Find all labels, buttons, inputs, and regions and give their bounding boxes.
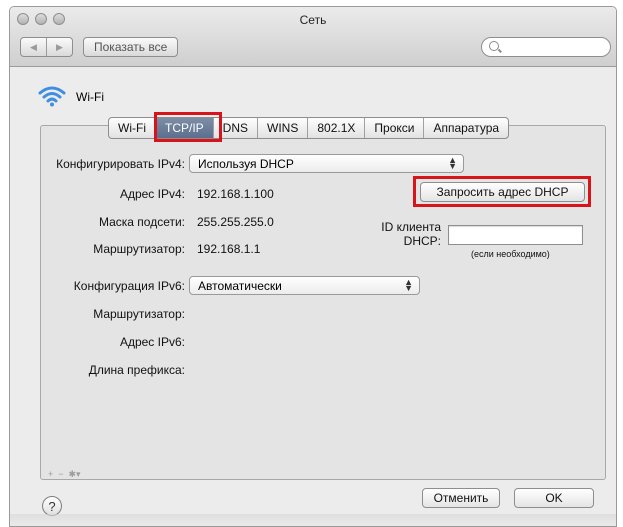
tab-wins[interactable]: WINS bbox=[257, 118, 307, 138]
ipv4-address-value: 192.168.1.100 bbox=[197, 187, 274, 201]
dhcp-client-id-field[interactable] bbox=[448, 225, 583, 245]
dhcp-client-id-label: ID клиента DHCP: bbox=[340, 220, 441, 248]
add-remove-controls: + − ✱▾ bbox=[48, 469, 81, 479]
configure-ipv4-label: Конфигурировать IPv4: bbox=[56, 157, 185, 171]
configure-ipv4-value: Используя DHCP bbox=[198, 156, 294, 171]
blurred-bottom-bar bbox=[10, 514, 616, 526]
dhcp-client-id-label-line1: ID клиента bbox=[381, 220, 441, 234]
subnet-mask-value: 255.255.255.0 bbox=[197, 215, 274, 229]
show-all-button[interactable]: Показать все bbox=[83, 37, 179, 57]
popup-arrows-icon: ▲ ▼ bbox=[448, 155, 457, 171]
ipv6-router-label: Маршрутизатор: bbox=[93, 307, 185, 321]
tab-wifi[interactable]: Wi-Fi bbox=[109, 118, 155, 138]
tab-hardware[interactable]: Аппаратура bbox=[423, 118, 508, 138]
forward-arrow-icon[interactable]: ▶ bbox=[46, 38, 72, 56]
ipv4-address-label: Адрес IPv4: bbox=[119, 187, 185, 201]
back-forward-control: ◀ ▶ bbox=[20, 37, 73, 57]
ipv6-address-label: Адрес IPv6: bbox=[119, 335, 185, 349]
configure-ipv6-label: Конфигурация IPv6: bbox=[73, 279, 185, 293]
ok-button[interactable]: OK bbox=[514, 488, 594, 508]
dhcp-client-id-label-line2: DHCP: bbox=[403, 234, 441, 248]
tab-proxy[interactable]: Прокси bbox=[364, 118, 423, 138]
ipv4-router-label: Маршрутизатор: bbox=[93, 242, 185, 256]
search-field[interactable] bbox=[481, 37, 611, 57]
search-icon bbox=[489, 41, 499, 51]
window-title: Сеть bbox=[299, 13, 327, 27]
configure-ipv6-value: Автоматически bbox=[198, 278, 282, 293]
titlebar: Сеть ◀ ▶ Показать все bbox=[10, 7, 616, 67]
wifi-icon bbox=[38, 86, 66, 107]
help-button[interactable]: ? bbox=[42, 496, 62, 516]
renew-dhcp-highlight bbox=[413, 176, 591, 207]
service-name: Wi-Fi bbox=[76, 90, 104, 104]
prefix-length-label: Длина префикса: bbox=[88, 363, 185, 377]
tcpip-tab-highlight bbox=[154, 112, 222, 142]
configure-ipv6-popup[interactable]: Автоматически ▲ ▼ bbox=[189, 276, 420, 295]
ipv4-router-value: 192.168.1.1 bbox=[197, 242, 261, 256]
back-arrow-icon[interactable]: ◀ bbox=[21, 38, 46, 56]
cancel-button[interactable]: Отменить bbox=[422, 488, 500, 508]
tab-8021x[interactable]: 802.1X bbox=[307, 118, 364, 138]
configure-ipv4-popup[interactable]: Используя DHCP ▲ ▼ bbox=[189, 154, 464, 173]
dhcp-client-id-hint: (если необходимо) bbox=[471, 249, 550, 259]
subnet-mask-label: Маска подсети: bbox=[98, 215, 185, 229]
network-preferences-window: Сеть ◀ ▶ Показать все Wi-Fi Wi-Fi TCP/IP… bbox=[9, 6, 617, 527]
popup-arrows-icon: ▲ ▼ bbox=[404, 277, 413, 293]
